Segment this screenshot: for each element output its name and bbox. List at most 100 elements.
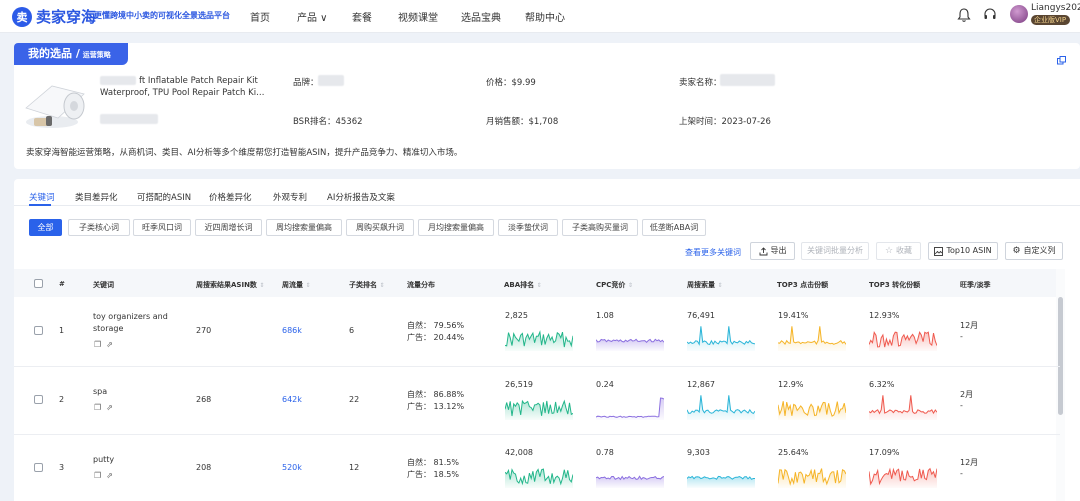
search-volume-value: 76,491 [687, 311, 715, 320]
conv-share-sparkline[interactable] [869, 325, 937, 351]
row-index: 2 [59, 395, 65, 404]
export-button[interactable]: 导出 [750, 242, 795, 260]
peak-month: 12月 [960, 321, 979, 330]
chip-high-purchase[interactable]: 子类高购买量词 [562, 219, 638, 236]
aba-rank-sparkline[interactable] [505, 325, 573, 351]
traffic-link[interactable]: 686k [282, 326, 302, 335]
click-share-sparkline-area [778, 326, 846, 351]
col-traffic[interactable]: 周流量 ⇕ [282, 280, 310, 290]
search-volume-sparkline[interactable] [687, 462, 755, 488]
tab-keywords[interactable]: 关键词 [29, 191, 55, 203]
asin-count: 268 [196, 395, 212, 404]
headset-icon[interactable] [983, 7, 997, 23]
natural-share: 自然： 81.5% [407, 458, 459, 467]
scrollbar[interactable] [1058, 297, 1063, 415]
click-share-sparkline[interactable] [778, 462, 846, 488]
click-share-sparkline[interactable] [778, 325, 846, 351]
batch-analysis-button[interactable]: 关键词批量分析 [801, 242, 869, 260]
tab-ai-report[interactable]: AI分析报告及文案 [327, 191, 395, 203]
tab-category[interactable]: 类目差异化 [75, 191, 118, 203]
col-traffic-label: 周流量 [282, 281, 303, 289]
click-share-sparkline[interactable] [778, 394, 846, 420]
cpc-bid-sparkline[interactable] [596, 462, 664, 488]
nav-help[interactable]: 帮助中心 [525, 9, 565, 24]
select-all-checkbox[interactable] [34, 279, 43, 288]
traffic-link[interactable]: 642k [282, 395, 302, 404]
avatar[interactable] [1010, 5, 1028, 23]
username[interactable]: Liangys2024 [1031, 3, 1080, 13]
top10-asin-button[interactable]: Top10 ASIN [928, 242, 998, 260]
col-season: 旺季/淡季 [960, 281, 991, 289]
click-share-value: 19.41% [778, 311, 809, 320]
keyword-text[interactable]: toy organizers and storage [93, 311, 173, 335]
col-index: # [59, 280, 65, 288]
export-icon [759, 246, 767, 255]
nav-video[interactable]: 视频课堂 [398, 9, 438, 24]
traffic-link[interactable]: 520k [282, 463, 302, 472]
brand-redacted [318, 75, 344, 86]
tab-patent[interactable]: 外观专利 [273, 191, 307, 203]
bell-icon[interactable] [957, 7, 971, 23]
nav-plans[interactable]: 套餐 [352, 9, 372, 24]
row-checkbox[interactable] [34, 463, 43, 472]
chip-weekly-search[interactable]: 周均搜索量偏高 [266, 219, 342, 236]
copy-icon[interactable]: ❐ [94, 403, 101, 412]
conv-share-value: 6.32% [869, 380, 895, 389]
cpc-bid-sparkline-line [596, 397, 664, 418]
keyword-actions: ❐ ⇗ [94, 340, 113, 349]
sub-rank: 22 [349, 395, 360, 404]
chip-purchase-surge[interactable]: 周购买飙升词 [346, 219, 414, 236]
share-icon[interactable]: ⇗ [106, 403, 113, 412]
chip-all[interactable]: 全部 [29, 219, 62, 236]
vip-badge: 企业版VIP [1031, 15, 1071, 25]
tab-price[interactable]: 价格差异化 [209, 191, 252, 203]
share-icon[interactable]: ⇗ [106, 340, 113, 349]
aba-rank-sparkline[interactable] [505, 462, 573, 488]
col-cpc[interactable]: CPC竞价 ⇕ [596, 280, 633, 290]
product-title-2[interactable]: Waterproof, TPU Pool Repair Patch Ki… [100, 88, 265, 98]
col-keyword: 关键词 [93, 281, 114, 289]
batch-label: 关键词批量分析 [807, 246, 863, 255]
col-search-volume[interactable]: 周搜索量 ⇕ [687, 280, 722, 290]
search-volume-sparkline[interactable] [687, 325, 755, 351]
col-traffic-dist: 流量分布 [407, 281, 435, 289]
conv-share-sparkline[interactable] [869, 394, 937, 420]
chip-core[interactable]: 子类核心词 [68, 219, 130, 236]
chip-peak[interactable]: 旺季风口词 [133, 219, 191, 236]
keyword-text[interactable]: spa [93, 386, 173, 398]
conv-share-sparkline[interactable] [869, 462, 937, 488]
nav-home[interactable]: 首页 [250, 9, 270, 24]
share-icon[interactable]: ⇗ [106, 471, 113, 480]
cpc-bid-sparkline[interactable] [596, 394, 664, 420]
col-aba[interactable]: ABA排名 ⇕ [504, 280, 542, 290]
conv-share-sparkline-line [869, 395, 937, 415]
chip-growth[interactable]: 近四周增长词 [195, 219, 262, 236]
nav-guide[interactable]: 选品宝典 [461, 9, 501, 24]
row-checkbox[interactable] [34, 326, 43, 335]
chip-monthly-search[interactable]: 月均搜索量偏高 [418, 219, 494, 236]
custom-columns-button[interactable]: ⚙ 自定义列 [1005, 242, 1063, 260]
aba-rank-sparkline[interactable] [505, 394, 573, 420]
col-asin-count[interactable]: 周搜索结果ASIN数 ⇕ [196, 280, 264, 290]
link-icon[interactable] [1057, 56, 1066, 65]
col-sub-rank-label: 子类排名 [349, 281, 377, 289]
chip-low-monopoly[interactable]: 低垄断ABA词 [642, 219, 706, 236]
search-volume-sparkline[interactable] [687, 394, 755, 420]
natural-share: 自然： 79.56% [407, 321, 465, 330]
product-image[interactable] [22, 78, 88, 133]
product-title-1[interactable]: ft Inflatable Patch Repair Kit [139, 76, 258, 86]
cpc-bid-value: 1.08 [596, 311, 614, 320]
logo[interactable]: 卖 卖家穿海 [12, 6, 96, 27]
col-sub-rank[interactable]: 子类排名 ⇕ [349, 280, 384, 290]
title-redacted [100, 76, 136, 85]
nav-products[interactable]: 产品 ∨ [297, 9, 328, 24]
tab-asin[interactable]: 可搭配的ASIN [137, 191, 191, 203]
row-checkbox[interactable] [34, 395, 43, 404]
keyword-text[interactable]: putty [93, 454, 173, 466]
favorite-button[interactable]: ☆ 收藏 [876, 242, 921, 260]
chip-offseason[interactable]: 淡季蛰伏词 [498, 219, 558, 236]
copy-icon[interactable]: ❐ [94, 340, 101, 349]
copy-icon[interactable]: ❐ [94, 471, 101, 480]
cpc-bid-sparkline[interactable] [596, 325, 664, 351]
more-keywords-link[interactable]: 查看更多关键词 [685, 247, 741, 258]
